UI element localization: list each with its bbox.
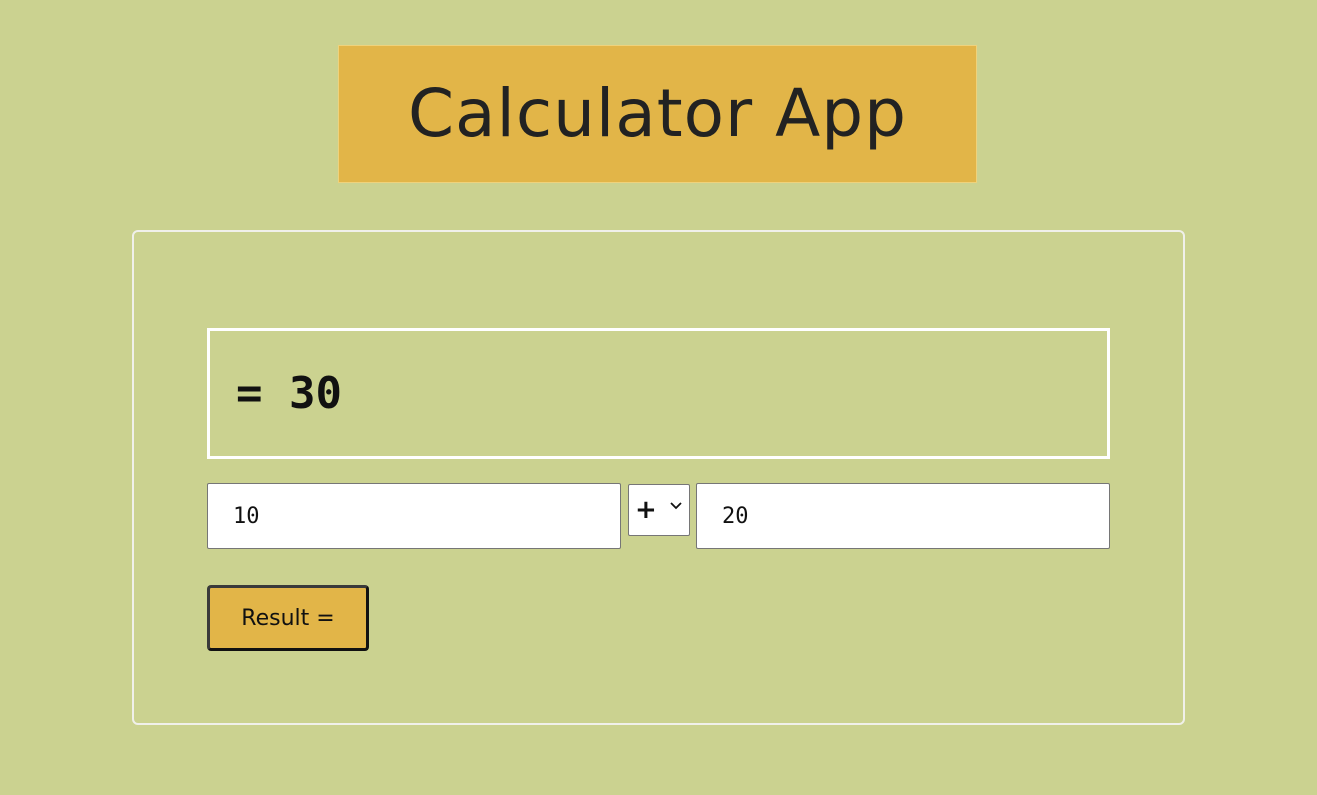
- second-number-input[interactable]: [696, 483, 1110, 549]
- title-banner: Calculator App: [338, 45, 977, 183]
- operator-select[interactable]: +: [628, 484, 690, 536]
- operator-selected-value: +: [635, 495, 657, 525]
- result-button[interactable]: Result =: [207, 585, 369, 651]
- result-display: = 30: [207, 328, 1110, 459]
- result-display-text: = 30: [236, 367, 342, 419]
- app-title: Calculator App: [407, 75, 908, 152]
- chevron-down-icon: [670, 502, 682, 510]
- first-number-input[interactable]: [207, 483, 621, 549]
